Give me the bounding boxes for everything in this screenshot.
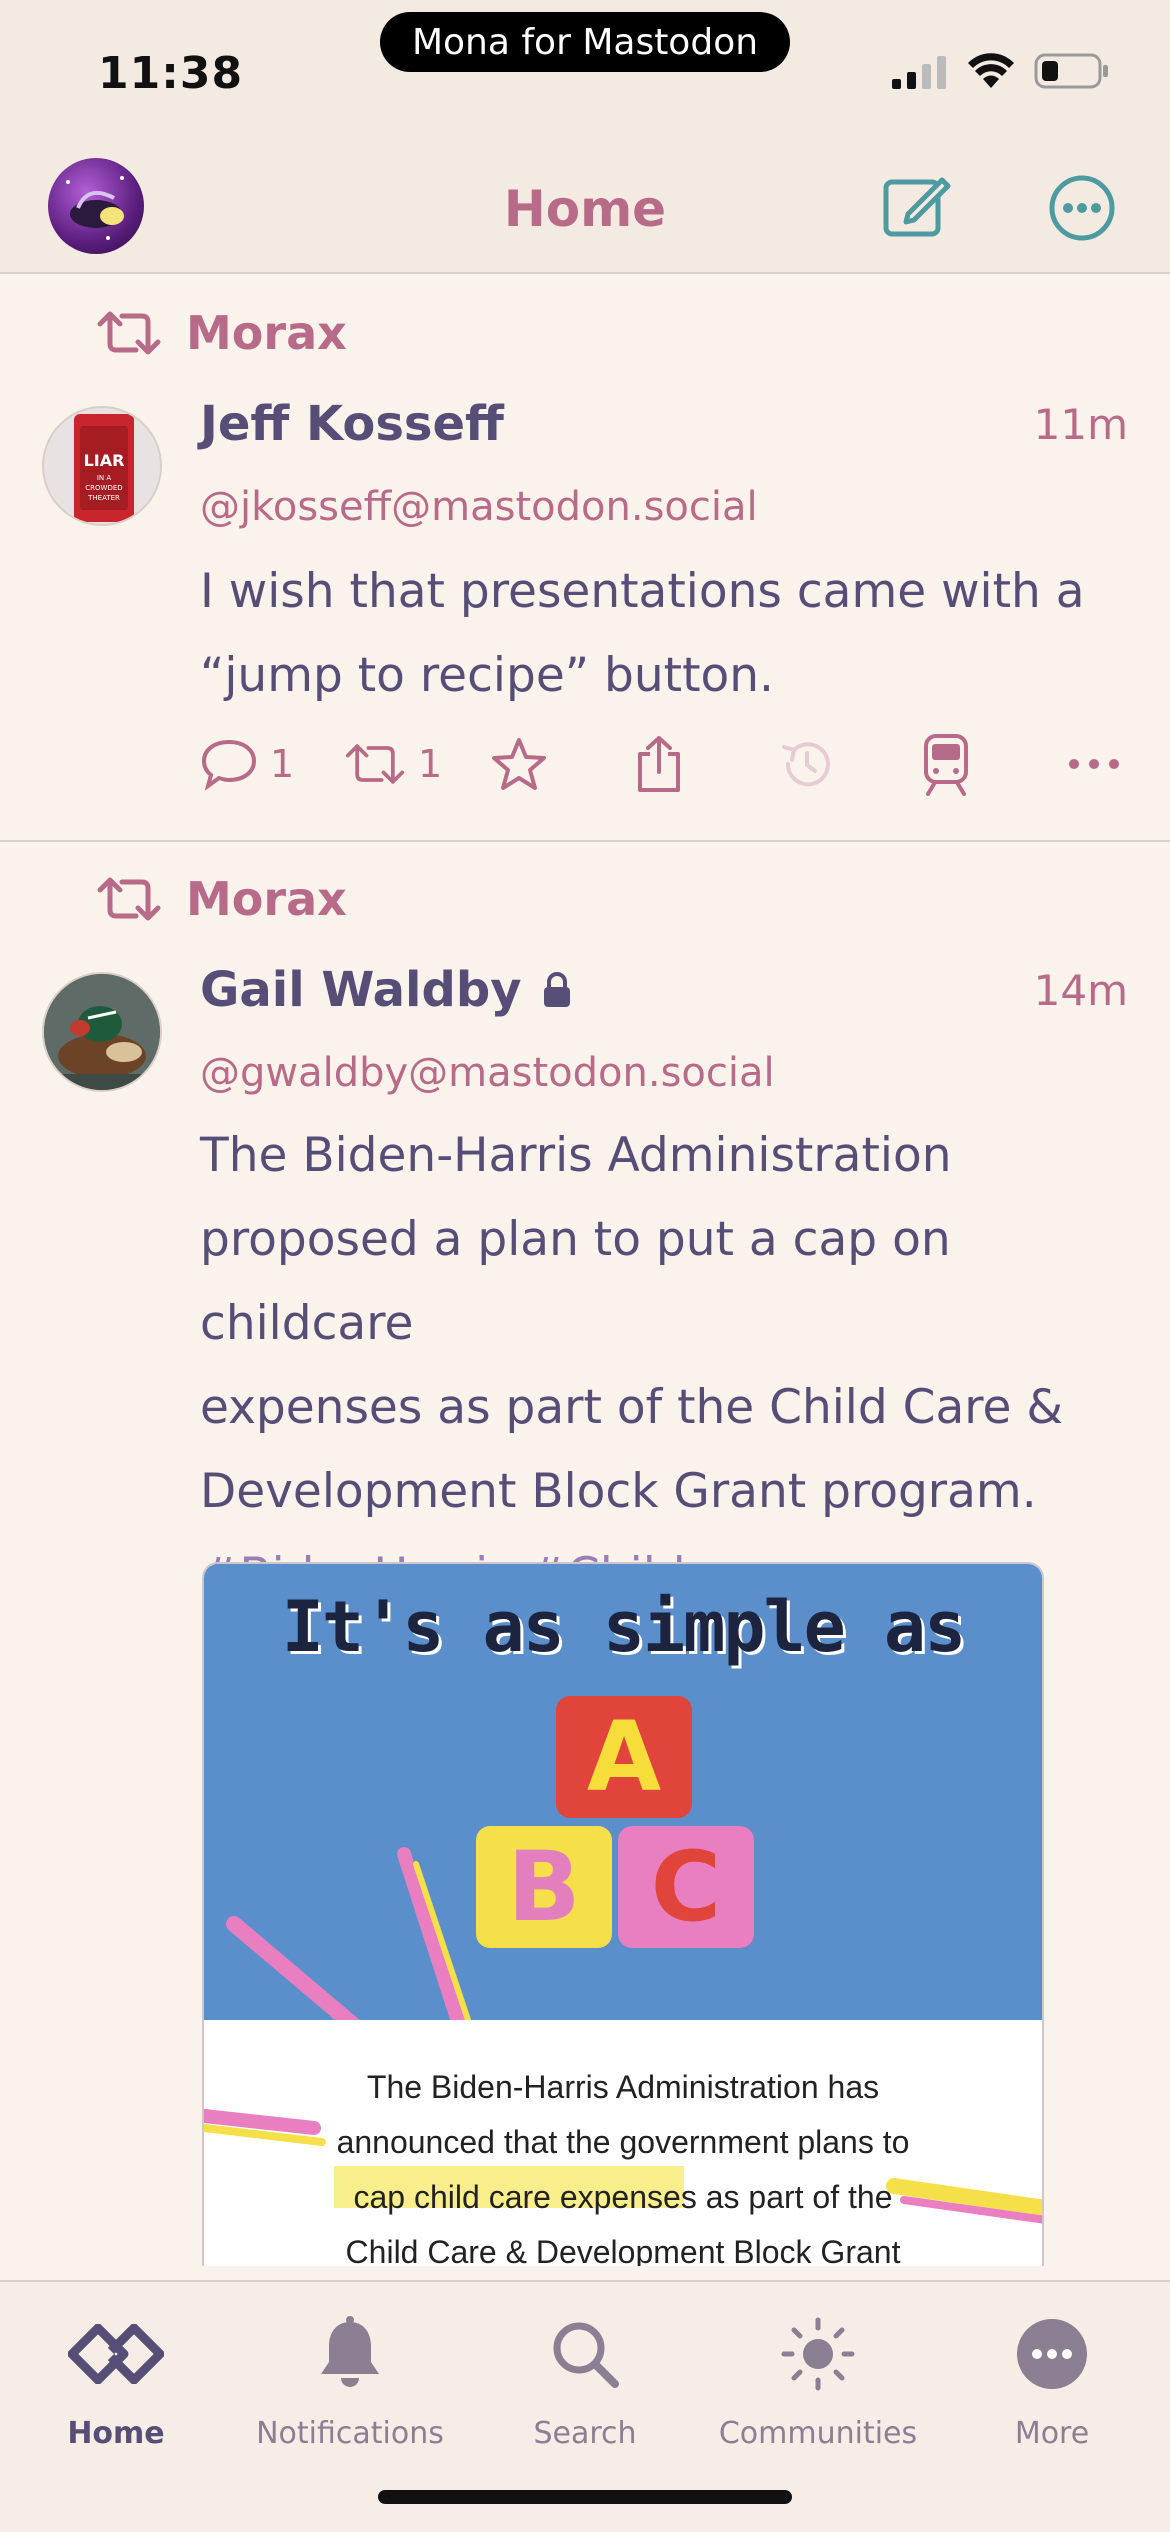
tab-label: More bbox=[1014, 2416, 1090, 2451]
train-icon bbox=[924, 734, 968, 796]
author-name[interactable]: Gail Waldby bbox=[200, 962, 572, 1018]
nav-bar: Home bbox=[0, 140, 1170, 274]
post-text-line: “jump to recipe” button. bbox=[200, 648, 774, 703]
boost-icon bbox=[97, 311, 161, 355]
history-button[interactable] bbox=[778, 735, 922, 793]
dynamic-island: Mona for Mastodon bbox=[380, 12, 790, 72]
boost-icon bbox=[97, 877, 161, 921]
boost-indicator: Morax bbox=[96, 306, 347, 360]
home-indicator[interactable] bbox=[378, 2490, 792, 2504]
tab-notifications[interactable]: Notifications bbox=[240, 2304, 460, 2451]
avatar[interactable]: LIAR IN A CROWDED THEATER bbox=[42, 406, 162, 526]
bell-icon bbox=[321, 2316, 379, 2387]
avatar-text: IN A bbox=[97, 474, 112, 482]
post-item[interactable]: Morax LIAR IN A CROWDED THEATER Jeff Kos… bbox=[0, 276, 1170, 842]
avatar-text: LIAR bbox=[84, 451, 125, 470]
compose-icon[interactable] bbox=[880, 170, 952, 242]
boosted-by-name[interactable]: Morax bbox=[186, 872, 347, 926]
fire-alarm-avatar-icon: LIAR IN A CROWDED THEATER bbox=[74, 414, 134, 522]
media-attachment[interactable]: It's as simple as A B C The Biden-Harris… bbox=[202, 1562, 1044, 2266]
share-icon bbox=[638, 736, 680, 792]
media-caption: The Biden-Harris Administration has anno… bbox=[204, 2060, 1042, 2266]
tab-communities[interactable]: Communities bbox=[708, 2304, 928, 2451]
history-icon bbox=[782, 742, 830, 787]
tab-label: Notifications bbox=[256, 2416, 444, 2451]
author-handle[interactable]: @gwaldby@mastodon.social bbox=[200, 1050, 775, 1096]
home-icon bbox=[68, 2324, 164, 2384]
timeline-feed[interactable]: Morax LIAR IN A CROWDED THEATER Jeff Kos… bbox=[0, 276, 1170, 2266]
media-image-top: It's as simple as A B C bbox=[204, 1564, 1042, 2020]
duck-avatar-icon bbox=[44, 974, 160, 1090]
cellular-signal-icon bbox=[892, 56, 946, 89]
post-text-line: expenses as part of the Child Care & bbox=[200, 1380, 1064, 1435]
search-icon bbox=[553, 2322, 619, 2388]
boost-button[interactable]: 1 bbox=[344, 739, 490, 789]
boost-count: 1 bbox=[418, 742, 443, 786]
author-handle[interactable]: @jkosseff@mastodon.social bbox=[200, 484, 758, 530]
author-name[interactable]: Jeff Kosseff bbox=[200, 396, 504, 452]
tab-label: Communities bbox=[718, 2416, 918, 2451]
star-icon bbox=[492, 738, 546, 790]
train-button[interactable] bbox=[922, 732, 1066, 796]
media-image-bottom: The Biden-Harris Administration has anno… bbox=[204, 2020, 1042, 2266]
more-circle-icon bbox=[1017, 2319, 1087, 2389]
tab-more[interactable]: More bbox=[942, 2304, 1162, 2451]
author-name-text: Gail Waldby bbox=[200, 962, 522, 1018]
post-more-button[interactable] bbox=[1066, 756, 1156, 772]
post-text-line: Development Block Grant program. bbox=[200, 1464, 1037, 1519]
tab-search[interactable]: Search bbox=[475, 2304, 695, 2451]
status-time: 11:38 bbox=[98, 48, 244, 99]
ellipsis-icon bbox=[1069, 759, 1119, 769]
battery-icon bbox=[1034, 53, 1108, 89]
avatar-text: THEATER bbox=[87, 494, 120, 502]
page-title: Home bbox=[503, 180, 667, 238]
post-text-line: I wish that presentations came with a bbox=[200, 564, 1085, 619]
post-actions: 1 1 bbox=[200, 732, 1156, 796]
media-caption-line: Child Care & Development Block Grant bbox=[345, 2234, 901, 2266]
tab-label: Search bbox=[533, 2416, 637, 2451]
boosted-by-name[interactable]: Morax bbox=[186, 306, 347, 360]
lock-icon bbox=[543, 972, 570, 1007]
avatar-text: CROWDED bbox=[85, 484, 122, 492]
author-name-text: Jeff Kosseff bbox=[200, 396, 504, 452]
reply-count: 1 bbox=[270, 742, 295, 786]
tab-home[interactable]: Home bbox=[6, 2304, 226, 2451]
status-bar: 11:38 Mona for Mastodon bbox=[0, 0, 1170, 140]
post-time: 14m bbox=[1033, 966, 1128, 1015]
wifi-icon bbox=[968, 53, 1014, 88]
boost-icon bbox=[345, 744, 405, 784]
post-text-line: The Biden-Harris Administration bbox=[200, 1128, 952, 1183]
tab-label: Home bbox=[67, 2416, 165, 2451]
post-time: 11m bbox=[1033, 400, 1128, 449]
more-options-icon[interactable] bbox=[1048, 174, 1116, 242]
media-caption-line: The Biden-Harris Administration has bbox=[366, 2069, 880, 2105]
post-item[interactable]: Morax Gail Waldby 14m @gwaldby@mastodon.… bbox=[0, 842, 1170, 2266]
paint-stroke-decoration bbox=[226, 1847, 472, 2020]
boost-indicator: Morax bbox=[96, 872, 347, 926]
status-icons bbox=[892, 52, 1110, 90]
post-text-line: proposed a plan to put a cap on childcar… bbox=[200, 1212, 951, 1351]
post-content: I wish that presentations came with a “j… bbox=[200, 550, 1130, 718]
media-caption-line: cap child care expenses as part of the bbox=[353, 2179, 893, 2215]
share-button[interactable] bbox=[634, 734, 778, 794]
avatar[interactable] bbox=[42, 972, 162, 1092]
reply-button[interactable]: 1 bbox=[200, 738, 344, 790]
favorite-button[interactable] bbox=[490, 736, 634, 792]
reply-icon bbox=[201, 739, 257, 790]
sun-icon bbox=[781, 2317, 855, 2391]
media-caption-line: announced that the government plans to bbox=[336, 2124, 910, 2160]
